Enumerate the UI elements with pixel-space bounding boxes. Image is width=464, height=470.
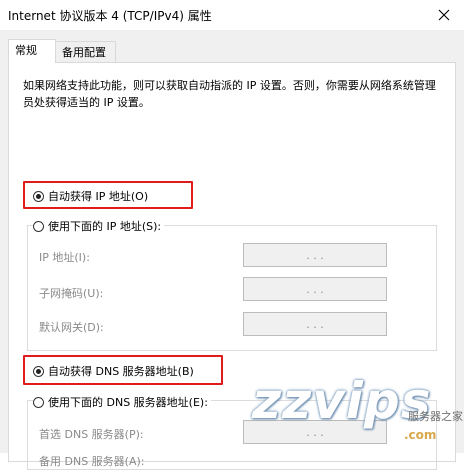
auto-ip-radio[interactable] xyxy=(33,190,44,202)
preferred-dns-label: 首选 DNS 服务器(P): xyxy=(39,428,144,441)
default-gateway-label: 默认网关(D): xyxy=(39,321,104,334)
subnet-mask-value: . . . xyxy=(306,282,324,296)
auto-dns-label: 自动获得 DNS 服务器地址(B) xyxy=(48,365,194,378)
auto-dns-option[interactable]: 自动获得 DNS 服务器地址(B) xyxy=(33,363,197,379)
tab-general[interactable]: 常规 xyxy=(8,39,56,63)
close-button[interactable] xyxy=(424,0,464,30)
default-gateway-field: . . . xyxy=(243,312,387,336)
manual-ip-radio[interactable] xyxy=(33,220,44,232)
description-text: 如果网络支持此功能，则可以获取自动指派的 IP 设置。否则，你需要从网络系统管理… xyxy=(23,79,436,109)
watermark-subtitle: 服务器之家 xyxy=(408,410,463,423)
auto-dns-radio[interactable] xyxy=(33,365,44,377)
watermark-logo: zzvips xyxy=(252,372,432,430)
subnet-mask-label: 子网掩码(U): xyxy=(39,287,104,300)
tab-alternate-config[interactable]: 备用配置 xyxy=(56,41,116,63)
close-icon xyxy=(438,9,450,21)
manual-dns-option[interactable]: 使用下面的 DNS 服务器地址(E): xyxy=(33,394,211,410)
ip-address-field: . . . xyxy=(243,243,387,267)
manual-dns-radio[interactable] xyxy=(33,396,44,408)
manual-ip-label: 使用下面的 IP 地址(S): xyxy=(48,220,162,233)
ip-address-value: . . . xyxy=(306,248,324,262)
alternate-dns-label: 备用 DNS 服务器(A): xyxy=(39,455,145,468)
auto-ip-option[interactable]: 自动获得 IP 地址(O) xyxy=(33,188,152,204)
ip-address-label: IP 地址(I): xyxy=(39,251,90,264)
subnet-mask-field: . . . xyxy=(243,277,387,301)
watermark-domain: .com xyxy=(404,428,437,442)
manual-ip-option[interactable]: 使用下面的 IP 地址(S): xyxy=(33,218,165,234)
auto-ip-label: 自动获得 IP 地址(O) xyxy=(48,190,149,203)
default-gateway-value: . . . xyxy=(306,317,324,331)
manual-dns-label: 使用下面的 DNS 服务器地址(E): xyxy=(48,396,208,409)
title-bar: Internet 协议版本 4 (TCP/IPv4) 属性 xyxy=(0,0,464,30)
window-title: Internet 协议版本 4 (TCP/IPv4) 属性 xyxy=(8,9,212,23)
